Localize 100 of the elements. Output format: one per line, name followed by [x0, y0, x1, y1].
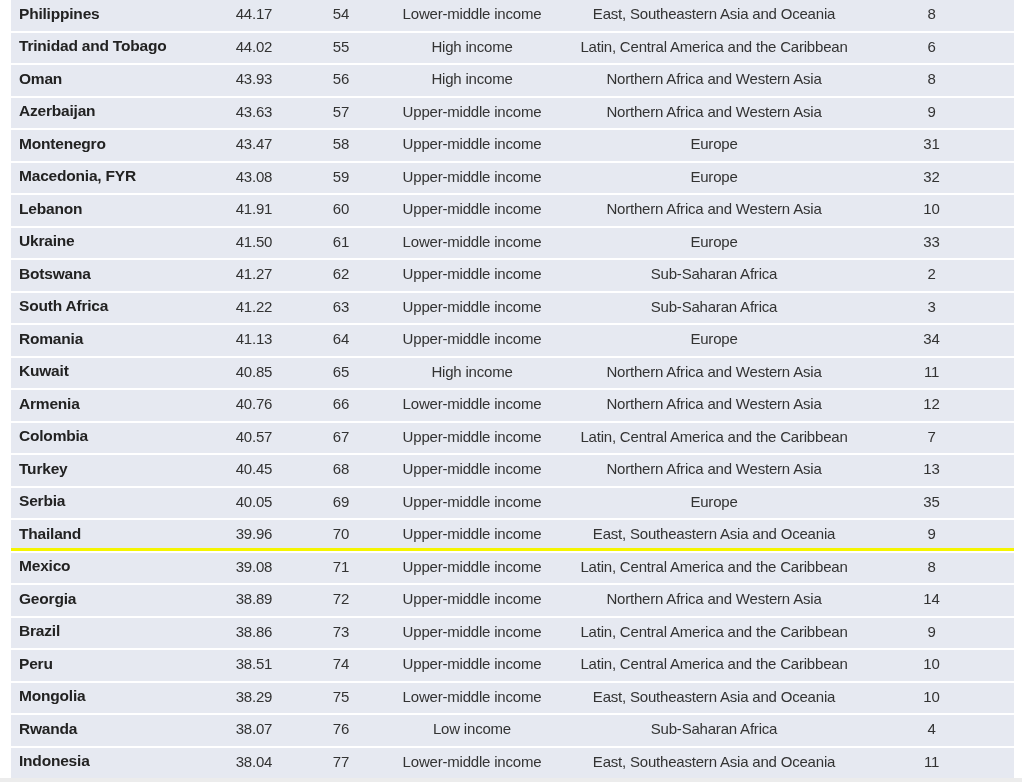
score-cell-text: 44.02 — [234, 37, 274, 55]
region-cell: East, Southeastern Asia and Oceania — [592, 525, 836, 543]
region-cell: Northern Africa and Western Asia — [606, 395, 822, 413]
region-cell: Latin, Central America and the Caribbean — [580, 427, 848, 445]
country-cell-text: Mongolia — [18, 687, 87, 706]
rank-cell-text: 67 — [331, 427, 351, 445]
country-cell-text: Colombia — [18, 427, 90, 446]
country-cell-text: Romania — [18, 329, 85, 348]
rank-cell-text: 75 — [331, 687, 351, 705]
region-rank-cell-text: 10 — [922, 655, 941, 673]
country-cell-text: Thailand — [18, 524, 83, 543]
score-cell-text: 40.76 — [234, 395, 274, 413]
income-cell-text: Upper-middle income — [401, 330, 543, 348]
region-cell: Latin, Central America and the Caribbean — [580, 655, 848, 673]
region-cell: Latin, Central America and the Caribbean — [580, 557, 848, 575]
rank-cell-text: 68 — [331, 460, 351, 478]
score-cell-text: 39.96 — [234, 525, 274, 543]
region-cell: Sub-Saharan Africa — [650, 265, 778, 283]
score-cell-text: 43.63 — [234, 102, 274, 120]
score-cell-text: 41.13 — [234, 330, 274, 348]
region-cell: Latin, Central America and the Caribbean — [580, 37, 848, 55]
score-cell-text: 43.08 — [234, 167, 274, 185]
income-cell-text: Upper-middle income — [401, 492, 543, 510]
income-cell-text: High income — [430, 37, 514, 55]
region-cell: Northern Africa and Western Asia — [606, 460, 822, 478]
score-cell-text: 44.17 — [234, 5, 274, 23]
region-rank-cell-text: 6 — [926, 37, 937, 55]
region-rank-cell-text: 10 — [922, 687, 941, 705]
income-cell-text: Upper-middle income — [401, 590, 543, 608]
country-cell-text: Peru — [18, 654, 54, 673]
income-cell-text: Low income — [431, 720, 512, 738]
country-cell-text: Kuwait — [18, 362, 70, 381]
rank-cell-text: 57 — [331, 102, 351, 120]
score-cell-text: 40.45 — [234, 460, 274, 478]
income-cell-text: Upper-middle income — [401, 200, 543, 218]
income-cell-text: Upper-middle income — [401, 525, 543, 543]
country-cell-text: Lebanon — [18, 199, 84, 218]
rank-cell-text: 73 — [331, 622, 351, 640]
region-rank-cell-text: 11 — [922, 752, 941, 770]
rank-cell-text: 59 — [331, 167, 351, 185]
rank-cell-text: 69 — [331, 492, 351, 510]
region-cell: Europe — [690, 232, 738, 250]
country-cell-text: Ukraine — [18, 232, 76, 251]
income-cell-text: Upper-middle income — [401, 265, 543, 283]
rank-cell-text: 66 — [331, 395, 351, 413]
income-cell-text: High income — [430, 70, 514, 88]
region-rank-cell-text: 11 — [922, 362, 941, 380]
rank-cell-text: 63 — [331, 297, 351, 315]
region-cell: Europe — [690, 135, 738, 153]
region-cell: Europe — [690, 167, 738, 185]
rank-cell-text: 60 — [331, 200, 351, 218]
country-cell-text: Serbia — [18, 492, 67, 511]
region-rank-cell-text: 8 — [926, 5, 937, 23]
region-rank-cell-text: 12 — [922, 395, 941, 413]
region-cell: Europe — [690, 492, 738, 510]
score-cell-text: 40.05 — [234, 492, 274, 510]
score-cell-text: 43.47 — [234, 135, 274, 153]
score-cell-text: 38.04 — [234, 752, 274, 770]
income-cell-text: High income — [430, 362, 514, 380]
country-cell-text: Indonesia — [18, 752, 91, 771]
region-cell: East, Southeastern Asia and Oceania — [592, 752, 836, 770]
region-rank-cell-text: 9 — [926, 102, 937, 120]
income-cell-text: Upper-middle income — [401, 622, 543, 640]
rank-cell-text: 72 — [331, 590, 351, 608]
income-cell-text: Upper-middle income — [401, 135, 543, 153]
country-cell-text: Montenegro — [18, 134, 107, 153]
region-cell: Europe — [690, 330, 738, 348]
region-rank-cell-text: 3 — [926, 297, 937, 315]
rank-cell-text: 64 — [331, 330, 351, 348]
region-cell: Northern Africa and Western Asia — [606, 70, 822, 88]
region-cell: Sub-Saharan Africa — [650, 297, 778, 315]
score-cell-text: 41.27 — [234, 265, 274, 283]
income-cell-text: Lower-middle income — [401, 752, 543, 770]
region-rank-cell-text: 4 — [926, 720, 937, 738]
country-cell-text: Rwanda — [18, 719, 79, 738]
region-rank-cell-text: 34 — [922, 330, 941, 348]
income-cell-text: Upper-middle income — [401, 427, 543, 445]
country-cell-text: Trinidad and Tobago — [18, 37, 168, 56]
region-rank-cell-text: 10 — [922, 200, 941, 218]
country-cell-text: Armenia — [18, 394, 81, 413]
country-cell-text: Turkey — [18, 459, 69, 478]
country-cell-text: Mexico — [18, 557, 72, 576]
country-cell-text: Georgia — [18, 589, 78, 608]
score-cell-text: 38.86 — [234, 622, 274, 640]
rank-cell-text: 61 — [331, 232, 351, 250]
region-rank-cell-text: 8 — [926, 557, 937, 575]
region-rank-cell-text: 14 — [922, 590, 941, 608]
region-rank-cell-text: 9 — [926, 525, 937, 543]
income-cell-text: Lower-middle income — [401, 232, 543, 250]
region-rank-cell-text: 13 — [922, 460, 941, 478]
income-cell-text: Upper-middle income — [401, 557, 543, 575]
rank-cell-text: 62 — [331, 265, 351, 283]
region-cell: Latin, Central America and the Caribbean — [580, 622, 848, 640]
rank-cell-text: 76 — [331, 720, 351, 738]
income-cell-text: Lower-middle income — [401, 5, 543, 23]
region-cell: Sub-Saharan Africa — [650, 720, 778, 738]
region-rank-cell-text: 2 — [926, 265, 937, 283]
region-cell: Northern Africa and Western Asia — [606, 590, 822, 608]
region-rank-cell-text: 33 — [922, 232, 941, 250]
score-cell-text: 38.07 — [234, 720, 274, 738]
